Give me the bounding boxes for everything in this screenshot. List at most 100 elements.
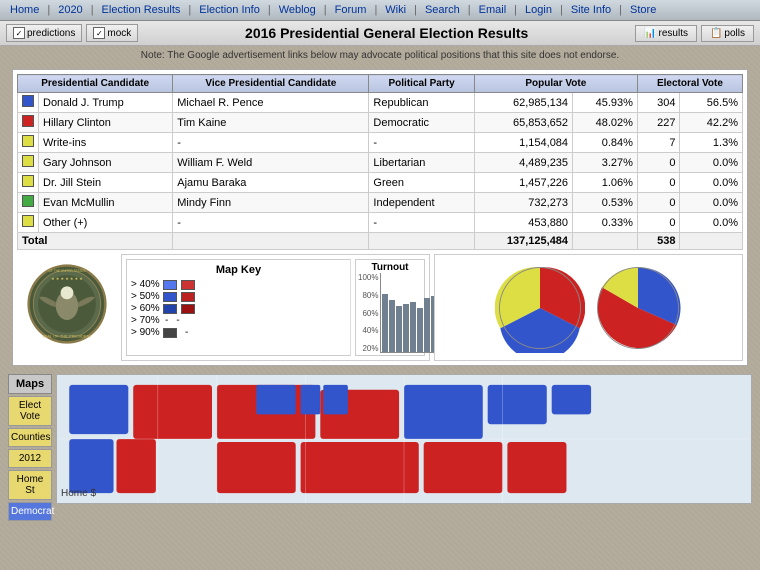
home-label: Home $: [61, 488, 96, 499]
nav-home[interactable]: Home: [4, 2, 45, 18]
vp-name: Michael R. Pence: [173, 93, 369, 113]
total-row: Total 137,125,484 538: [18, 233, 743, 250]
popular-pct: 45.93%: [573, 93, 638, 113]
candidate-name: Hillary Clinton: [39, 113, 173, 133]
row-color-cell: [18, 213, 39, 233]
header-party: Political Party: [369, 75, 474, 93]
electoral-pct: 0.0%: [680, 173, 743, 193]
electoral-raw: 227: [637, 113, 680, 133]
popular-vote-pie: [495, 263, 585, 353]
candidate-name: Donald J. Trump: [39, 93, 173, 113]
nav-weblog[interactable]: Weblog: [273, 2, 322, 18]
header-candidate: Presidential Candidate: [18, 75, 173, 93]
vp-name: -: [173, 213, 369, 233]
row-color-cell: [18, 193, 39, 213]
counties-button[interactable]: Counties: [8, 428, 52, 447]
popular-pct: 0.84%: [573, 133, 638, 153]
key-red-50: [181, 292, 195, 302]
main-content: Presidential Candidate Vice Presidential…: [8, 65, 752, 370]
header-popular-vote: Popular Vote: [474, 75, 637, 93]
party-name: Democratic: [369, 113, 474, 133]
nav-store[interactable]: Store: [624, 2, 662, 18]
electoral-pct: 0.0%: [680, 193, 743, 213]
vp-name: Tim Kaine: [173, 113, 369, 133]
year-2012-button[interactable]: 2012: [8, 449, 52, 468]
map-key-title: Map Key: [131, 264, 346, 276]
notice-bar: Note: The Google advertisement links bel…: [0, 46, 760, 65]
popular-pct: 0.33%: [573, 213, 638, 233]
color-indicator: [22, 115, 34, 127]
polls-label: polls: [724, 28, 745, 39]
key-row-50: > 50%: [131, 291, 346, 302]
key-dark-90: [163, 328, 177, 338]
total-label: Total: [18, 233, 173, 250]
nav-wiki[interactable]: Wiki: [379, 2, 412, 18]
toolbar: ✓ predictions ✓ mock 2016 Presidential G…: [0, 21, 760, 46]
color-indicator: [22, 175, 34, 187]
electoral-raw: 7: [637, 133, 680, 153]
democrat-button[interactable]: Democrat: [8, 502, 52, 521]
party-name: Republican: [369, 93, 474, 113]
nav-search[interactable]: Search: [419, 2, 466, 18]
color-indicator: [22, 95, 34, 107]
nav-election-info[interactable]: Election Info: [193, 2, 266, 18]
popular-raw: 1,457,226: [474, 173, 572, 193]
electoral-pct: 56.5%: [680, 93, 743, 113]
bottom-section: ★ ★ ★ ★ ★ ★ ★ SEAL OF THE PRESIDENT OF T…: [17, 254, 743, 361]
electoral-pct: 1.3%: [680, 133, 743, 153]
elect-vote-button[interactable]: Elect Vote: [8, 396, 52, 426]
turnout-bar: [389, 300, 395, 352]
vp-name: Mindy Finn: [173, 193, 369, 213]
row-color-cell: [18, 153, 39, 173]
results-button[interactable]: 📊 results: [635, 25, 697, 42]
nav-2020[interactable]: 2020: [52, 2, 88, 18]
nav-site-info[interactable]: Site Info: [565, 2, 617, 18]
table-row: Evan McMullin Mindy Finn Independent 732…: [18, 193, 743, 213]
nav-email[interactable]: Email: [473, 2, 513, 18]
color-indicator: [22, 155, 34, 167]
svg-text:SEAL OF THE PRESIDENT: SEAL OF THE PRESIDENT: [42, 334, 92, 339]
notice-text: Note: The Google advertisement links bel…: [141, 50, 619, 61]
turnout-bar: [382, 294, 388, 352]
maps-label: Maps: [8, 374, 52, 394]
mock-button[interactable]: ✓ mock: [86, 24, 138, 42]
key-row-40: > 40%: [131, 279, 346, 290]
predictions-label: predictions: [27, 28, 75, 39]
table-row: Dr. Jill Stein Ajamu Baraka Green 1,457,…: [18, 173, 743, 193]
electoral-raw: 0: [637, 153, 680, 173]
home-state-button[interactable]: Home St: [8, 470, 52, 500]
candidate-name: Evan McMullin: [39, 193, 173, 213]
party-name: Green: [369, 173, 474, 193]
party-name: Libertarian: [369, 153, 474, 173]
vp-name: Ajamu Baraka: [173, 173, 369, 193]
party-name: -: [369, 213, 474, 233]
color-indicator: [22, 135, 34, 147]
popular-pct: 0.53%: [573, 193, 638, 213]
party-name: -: [369, 133, 474, 153]
predictions-checkbox: ✓: [13, 27, 25, 39]
top-navigation: Home | 2020 | Election Results | Electio…: [0, 0, 760, 21]
polls-button[interactable]: 📋 polls: [701, 25, 754, 42]
nav-election-results[interactable]: Election Results: [96, 2, 187, 18]
svg-text:★ ★ ★ ★ ★ ★ ★: ★ ★ ★ ★ ★ ★ ★: [51, 276, 83, 281]
popular-raw: 65,853,652: [474, 113, 572, 133]
results-label: results: [659, 28, 688, 39]
row-color-cell: [18, 93, 39, 113]
us-map-svg: [57, 375, 751, 503]
table-row: Write-ins - - 1,154,084 0.84% 7 1.3%: [18, 133, 743, 153]
predictions-button[interactable]: ✓ predictions: [6, 24, 82, 42]
header-vp: Vice Presidential Candidate: [173, 75, 369, 93]
electoral-vote-pie: [593, 263, 683, 353]
maps-sidebar: Maps Elect Vote Counties 2012 Home St De…: [8, 374, 52, 504]
popular-pct: 3.27%: [573, 153, 638, 173]
page-title: 2016 Presidential General Election Resul…: [142, 25, 631, 41]
seal-container: ★ ★ ★ ★ ★ ★ ★ SEAL OF THE PRESIDENT OF T…: [17, 254, 117, 354]
nav-forum[interactable]: Forum: [329, 2, 373, 18]
nav-login[interactable]: Login: [519, 2, 558, 18]
turnout-title: Turnout: [358, 262, 422, 273]
vp-name: -: [173, 133, 369, 153]
total-electoral: 538: [637, 233, 680, 250]
popular-raw: 4,489,235: [474, 153, 572, 173]
key-label-60: > 60%: [131, 303, 161, 314]
key-blue-40: [163, 280, 177, 290]
